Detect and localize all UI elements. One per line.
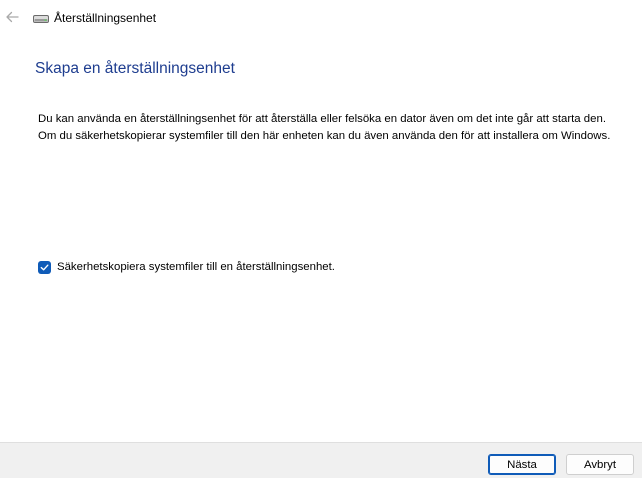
back-button[interactable]: [2, 7, 22, 27]
title-bar: Återställningsenhet: [0, 0, 642, 36]
button-bar: Nästa Avbryt: [0, 442, 642, 478]
backup-system-files-checkbox[interactable]: [38, 260, 51, 274]
window-title: Återställningsenhet: [54, 11, 157, 25]
checkmark-icon: [40, 264, 49, 270]
next-button[interactable]: Nästa: [488, 454, 556, 475]
backup-system-files-label: Säkerhetskopiera systemfiler till en åte…: [57, 261, 335, 273]
page-title: Skapa en återställningsenhet: [35, 60, 235, 77]
back-arrow-icon: [6, 11, 19, 23]
cancel-button[interactable]: Avbryt: [566, 454, 634, 475]
recovery-drive-window: Återställningsenhet Skapa en återställni…: [0, 0, 642, 478]
description-text: Du kan använda en återställningsenhet fö…: [38, 113, 611, 142]
backup-system-files-option[interactable]: Säkerhetskopiera systemfiler till en åte…: [38, 259, 335, 275]
drive-icon: [33, 15, 49, 23]
